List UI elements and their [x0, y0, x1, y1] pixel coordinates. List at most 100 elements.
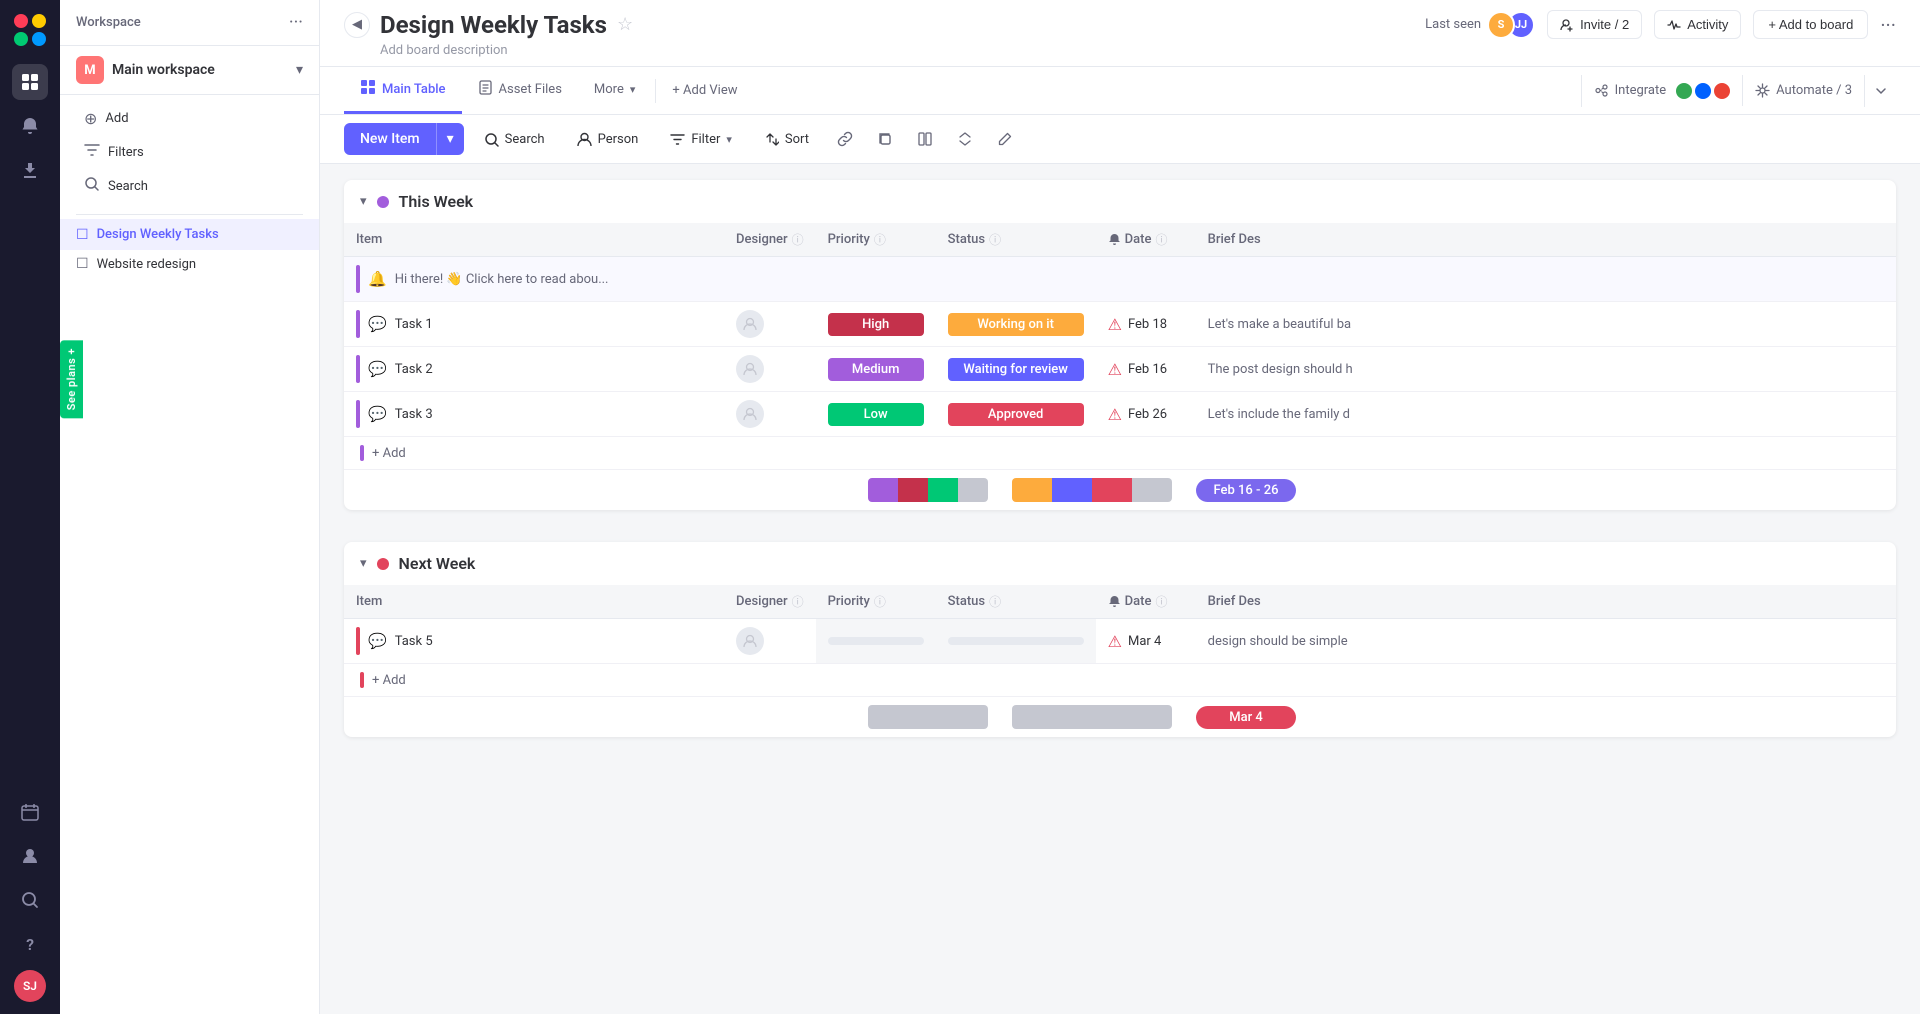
task2-status-cell[interactable]: Waiting for review [936, 347, 1096, 392]
file-icon [478, 80, 493, 99]
task2-designer-cell [724, 347, 816, 392]
user-avatar-bottom[interactable]: SJ [14, 970, 46, 1002]
star-icon[interactable]: ☆ [617, 14, 633, 35]
tab-main-table[interactable]: Main Table [344, 67, 462, 114]
last-seen: Last seen S JJ [1425, 11, 1535, 39]
task2-name: Task 2 [395, 362, 433, 377]
icon-bar: ? SJ [0, 0, 60, 1014]
task5-status-cell[interactable] [936, 619, 1096, 664]
new-item-dropdown-arrow[interactable]: ▾ [436, 123, 464, 155]
add-action[interactable]: ⊕ Add [76, 103, 303, 134]
nw-summary-priority-colors [868, 705, 988, 729]
nw-summary-date-range: Mar 4 [1196, 706, 1296, 729]
add-to-board-btn[interactable]: + Add to board [1753, 10, 1868, 39]
invite-btn[interactable]: Invite / 2 [1547, 10, 1642, 39]
task5-brief-cell: design should be simple [1196, 619, 1896, 664]
app-logo[interactable] [12, 12, 48, 48]
table-row-task1[interactable]: 💬 Task 1 High [344, 302, 1896, 347]
search-action[interactable]: Search [76, 170, 303, 202]
task1-brief-text: Let's make a beautiful ba [1208, 317, 1351, 332]
group-collapse-icon[interactable]: ▾ [360, 194, 367, 209]
task2-chat-icon[interactable]: 💬 [368, 360, 387, 378]
grid-nav-icon[interactable] [12, 64, 48, 100]
column-settings-icon-btn[interactable] [909, 123, 941, 155]
see-plans-tab[interactable]: See plans + [60, 340, 83, 418]
col-task-name: Item [344, 223, 724, 257]
task2-brief-cell: The post design should h [1196, 347, 1896, 392]
task3-priority-cell[interactable]: Low [816, 392, 936, 437]
add-view-btn[interactable]: + Add View [660, 75, 749, 106]
task3-date-cell: ⚠ Feb 26 [1096, 392, 1196, 437]
link-icon-btn[interactable] [829, 123, 861, 155]
priority-info-icon: ⓘ [874, 231, 886, 248]
collapse-sidebar-btn[interactable]: ◀ [344, 12, 370, 38]
search-toolbar-btn[interactable]: Search [472, 126, 557, 153]
sidebar-item-design-weekly[interactable]: ☐ Design Weekly Tasks ··· [60, 219, 319, 250]
copy-link-icon-btn[interactable] [869, 123, 901, 155]
person-nav-icon[interactable] [12, 838, 48, 874]
sidebar-divider [76, 214, 303, 215]
help-nav-icon[interactable]: ? [12, 926, 48, 962]
next-week-header-row: Item Designerⓘ Priorityⓘ Statusⓘ [344, 585, 1896, 619]
bell-nav-icon[interactable] [12, 108, 48, 144]
board-description[interactable]: Add board description [344, 39, 1896, 60]
automate-label: Automate / 3 [1776, 83, 1852, 98]
task2-priority-cell[interactable]: Medium [816, 347, 936, 392]
table-row-task2[interactable]: 💬 Task 2 Medium [344, 347, 1896, 392]
automate-btn[interactable]: Automate / 3 [1742, 75, 1864, 106]
sort-toolbar-btn[interactable]: Sort [752, 126, 821, 153]
sidebar-more-btn[interactable]: ··· [289, 12, 303, 33]
download-nav-icon[interactable] [12, 152, 48, 188]
workspace-selector[interactable]: M Main workspace ▾ [60, 46, 319, 95]
calendar-nav-icon[interactable] [12, 794, 48, 830]
welcome-text: Hi there! 👋 Click here to read abou... [395, 272, 609, 287]
task3-brief-cell: Let's include the family d [1196, 392, 1896, 437]
task2-person-avatar [736, 355, 764, 383]
task5-chat-icon[interactable]: 💬 [368, 632, 387, 650]
filter-toolbar-btn[interactable]: Filter ▾ [658, 126, 744, 153]
expand-icon-btn[interactable] [949, 123, 981, 155]
table-row-task5[interactable]: 💬 Task 5 [344, 619, 1896, 664]
task5-name-cell: 💬 Task 5 [344, 619, 724, 664]
table-row-welcome[interactable]: 🔔 Hi there! 👋 Click here to read abou... [344, 257, 1896, 302]
group-next-week-collapse-icon[interactable]: ▾ [360, 556, 367, 571]
integrate-btn[interactable]: Integrate [1581, 75, 1743, 107]
search-nav-icon[interactable] [12, 882, 48, 918]
tabs-bar: Main Table Asset Files More ▾ + Add View [320, 67, 1920, 115]
tab-more-chevron-icon: ▾ [630, 83, 636, 96]
edit-icon-btn[interactable] [989, 123, 1021, 155]
task3-alert-icon: ⚠ [1108, 405, 1122, 424]
next-week-summary-row: Mar 4 [344, 696, 1896, 737]
task1-priority-cell[interactable]: High [816, 302, 936, 347]
nw-col-brief-desc: Brief Des [1196, 585, 1896, 619]
tab-more[interactable]: More ▾ [578, 70, 651, 112]
summary-priority-colors [868, 478, 988, 502]
task1-chat-icon[interactable]: 💬 [368, 315, 387, 333]
tab-asset-files[interactable]: Asset Files [462, 68, 578, 114]
sidebar-item-website-redesign[interactable]: ☐ Website redesign [60, 250, 319, 278]
filters-action[interactable]: Filters [76, 136, 303, 168]
task5-designer-cell [724, 619, 816, 664]
tab-asset-files-label: Asset Files [499, 82, 562, 97]
nw-designer-info-icon: ⓘ [792, 593, 804, 610]
new-item-btn[interactable]: New Item ▾ [344, 123, 464, 155]
table-row-task3[interactable]: 💬 Task 3 Low [344, 392, 1896, 437]
search-toolbar-icon [484, 132, 499, 147]
person-toolbar-btn[interactable]: Person [565, 126, 651, 153]
next-week-add-row[interactable]: + Add [344, 664, 1896, 696]
header-more-btn[interactable]: ··· [1880, 13, 1896, 37]
date-bell-icon [1108, 233, 1121, 246]
this-week-add-row[interactable]: + Add [344, 437, 1896, 469]
gmail-icon [1714, 83, 1730, 99]
status-info-icon: ⓘ [989, 231, 1001, 248]
collapse-automate-btn[interactable] [1864, 75, 1896, 107]
task3-chat-icon[interactable]: 💬 [368, 405, 387, 423]
priority-summary-gray [958, 478, 988, 502]
task3-status-cell[interactable]: Approved [936, 392, 1096, 437]
task5-priority-cell[interactable] [816, 619, 936, 664]
activity-btn[interactable]: Activity [1654, 10, 1741, 39]
task1-status-cell[interactable]: Working on it [936, 302, 1096, 347]
group-next-week-header[interactable]: ▾ Next Week [344, 542, 1896, 585]
group-this-week-header[interactable]: ▾ This Week [344, 180, 1896, 223]
new-item-main[interactable]: New Item [344, 123, 436, 155]
